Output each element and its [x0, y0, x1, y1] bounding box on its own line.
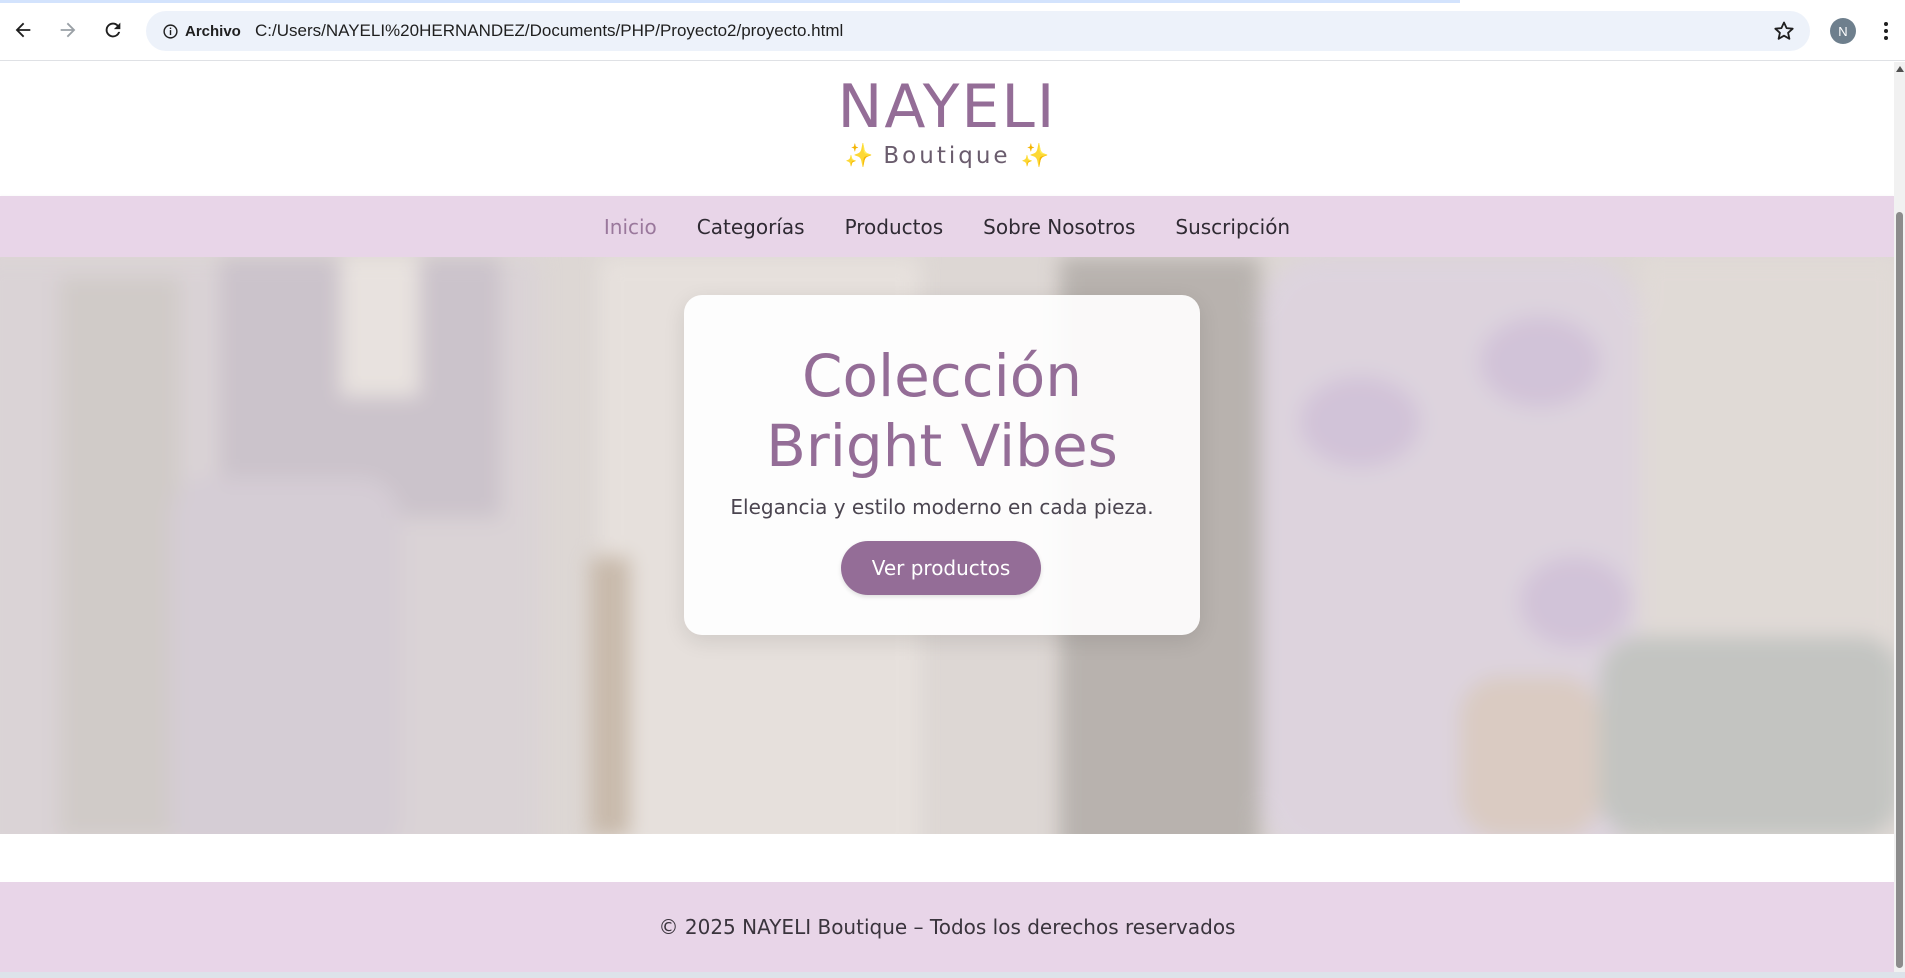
nav-item-productos[interactable]: Productos — [825, 215, 964, 239]
nav-item-categorias[interactable]: Categorías — [677, 215, 825, 239]
reload-icon — [105, 22, 121, 38]
hero-section: Colección Bright Vibes Elegancia y estil… — [0, 257, 1894, 834]
tagline-text: Boutique — [883, 143, 1011, 169]
hero-title: Colección Bright Vibes — [684, 341, 1200, 481]
scrollbar-thumb[interactable] — [1896, 212, 1903, 968]
page-viewport: NAYELI ✨ Boutique ✨ Inicio Categorías Pr… — [0, 62, 1894, 972]
site-info-label: Archivo — [185, 22, 241, 40]
star-icon[interactable] — [1772, 19, 1796, 43]
ver-productos-button[interactable]: Ver productos — [841, 541, 1041, 595]
nav-item-inicio[interactable]: Inicio — [584, 215, 677, 239]
site-footer: © 2025 NAYELI Boutique – Todos los derec… — [0, 882, 1894, 972]
more-vert-icon[interactable] — [1874, 16, 1898, 46]
brand-tagline: ✨ Boutique ✨ — [0, 145, 1894, 168]
info-icon — [163, 23, 178, 39]
window-bottom-edge — [0, 972, 1905, 978]
url-text[interactable]: C:/Users/NAYELI%20HERNANDEZ/Documents/PH… — [255, 21, 843, 41]
site-info-chip[interactable]: Archivo — [154, 16, 251, 46]
nav-item-sobre-nosotros[interactable]: Sobre Nosotros — [963, 215, 1155, 239]
reload-button[interactable] — [95, 12, 131, 48]
hero-title-line2: Bright Vibes — [766, 412, 1118, 480]
page-scrollbar[interactable] — [1894, 62, 1905, 972]
sparkle-icon: ✨ — [1020, 143, 1050, 169]
profile-avatar[interactable]: N — [1830, 18, 1856, 44]
address-bar[interactable]: Archivo C:/Users/NAYELI%20HERNANDEZ/Docu… — [146, 11, 1810, 51]
hero-card: Colección Bright Vibes Elegancia y estil… — [684, 295, 1200, 635]
scroll-up-arrow-icon[interactable] — [1896, 66, 1904, 72]
tab-strip-edge — [0, 0, 1460, 3]
forward-button[interactable] — [50, 12, 86, 48]
nav-item-suscripcion[interactable]: Suscripción — [1155, 215, 1310, 239]
back-button[interactable] — [5, 12, 41, 48]
hero-subtitle: Elegancia y estilo moderno en cada pieza… — [730, 495, 1154, 519]
arrow-right-icon — [60, 22, 76, 38]
footer-copyright: © 2025 NAYELI Boutique – Todos los derec… — [658, 915, 1236, 939]
arrow-left-icon — [15, 22, 31, 38]
hero-title-line1: Colección — [802, 342, 1082, 410]
brand-logo[interactable]: NAYELI — [0, 77, 1894, 137]
site-header: NAYELI ✨ Boutique ✨ — [0, 62, 1894, 196]
sparkle-icon: ✨ — [844, 143, 874, 169]
main-navigation: Inicio Categorías Productos Sobre Nosotr… — [0, 196, 1894, 257]
browser-toolbar: Archivo C:/Users/NAYELI%20HERNANDEZ/Docu… — [0, 0, 1905, 61]
